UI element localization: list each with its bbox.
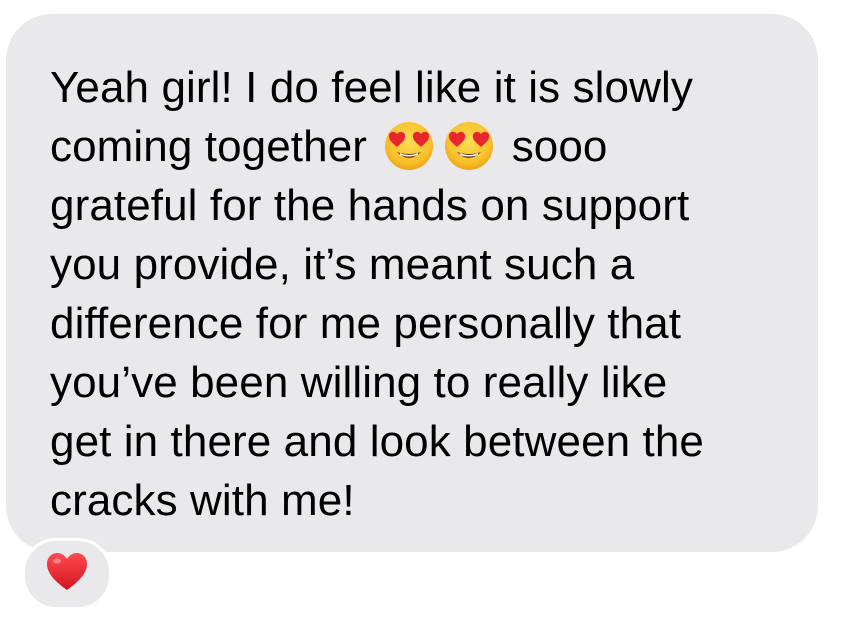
message-line: cracks with me! (50, 476, 355, 525)
message-bubble[interactable]: Yeah girl! I do feel like it is slowly c… (6, 14, 818, 552)
red-heart-icon (47, 553, 87, 590)
message-text: Yeah girl! I do feel like it is slowly c… (50, 58, 820, 530)
message-line: grateful for the hands on support (50, 181, 690, 230)
message-line: difference for me personally that (50, 299, 682, 348)
message-line: coming together sooo (50, 117, 820, 176)
heart-reaction-badge[interactable] (22, 538, 112, 610)
heart-eyes-emoji-icon (383, 120, 435, 172)
message-line: get in there and look between the (50, 417, 704, 466)
heart-eyes-emoji-icon (443, 120, 495, 172)
message-line-segment: sooo (511, 122, 608, 171)
message-line: Yeah girl! I do feel like it is slowly (50, 63, 693, 112)
message-line: you provide, it’s meant such a (50, 240, 635, 289)
message-line: you’ve been willing to really like (50, 358, 668, 407)
message-line-segment: coming together (50, 122, 368, 171)
